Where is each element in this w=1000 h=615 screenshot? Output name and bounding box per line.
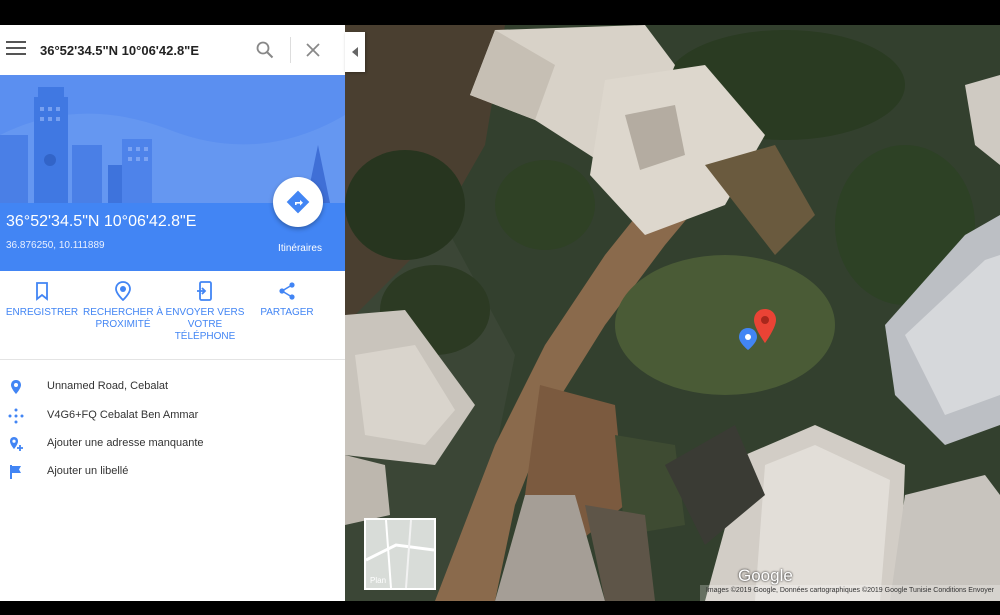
share-button[interactable]: Partager [246, 281, 328, 319]
search-bar [0, 25, 345, 76]
search-nearby-label: Rechercher à proximité [82, 307, 163, 330]
saved-place-marker[interactable] [737, 327, 759, 351]
share-icon [279, 282, 295, 300]
directions-label: Itinéraires [278, 243, 322, 254]
satellite-map[interactable] [345, 25, 1000, 601]
address-row[interactable]: Unnamed Road, Cebalat [0, 375, 345, 399]
bookmark-icon [36, 282, 48, 301]
send-to-phone-label: Envoyer vers votre téléphone [165, 307, 245, 342]
save-label: Enregistrer [5, 307, 79, 318]
action-bar: Enregistrer Rechercher à proximité Envoy… [0, 271, 345, 360]
directions-icon [286, 190, 310, 214]
search-icon[interactable] [256, 41, 274, 59]
directions-button[interactable] [273, 177, 323, 227]
plus-code-text: V4G6+FQ Cebalat Ben Ammar [47, 409, 199, 421]
search-nearby-button[interactable]: Rechercher à proximité [82, 281, 164, 331]
location-pin-icon [11, 380, 21, 394]
nearby-icon [115, 281, 131, 301]
map-layer-toggle[interactable]: Plan [364, 518, 436, 590]
plus-code-icon [8, 408, 24, 424]
send-to-phone-button[interactable]: Envoyer vers votre téléphone [164, 281, 246, 343]
satellite-imagery [345, 25, 1000, 601]
close-icon[interactable] [305, 42, 321, 58]
add-address-text: Ajouter une adresse manquante [47, 437, 204, 449]
add-label-text: Ajouter un libellé [47, 465, 129, 477]
divider [290, 37, 291, 63]
save-button[interactable]: Enregistrer [1, 281, 83, 319]
menu-icon[interactable] [6, 41, 26, 57]
map-attribution[interactable]: Images ©2019 Google, Données cartographi… [699, 585, 1000, 601]
plus-code-row[interactable]: V4G6+FQ Cebalat Ben Ammar [0, 404, 345, 428]
share-label: Partager [260, 307, 314, 318]
place-title: 36°52'34.5"N 10°06'42.8"E [6, 213, 197, 230]
map-layer-label: Plan [370, 576, 387, 585]
place-decimal-coordinates: 36.876250, 10.111889 [6, 240, 105, 251]
add-label-row[interactable]: Ajouter un libellé [0, 460, 345, 484]
add-location-icon [10, 437, 23, 451]
place-header: 36°52'34.5"N 10°06'42.8"E 36.876250, 10.… [0, 177, 345, 271]
add-address-row[interactable]: Ajouter une adresse manquante [0, 432, 345, 456]
address-text: Unnamed Road, Cebalat [47, 380, 169, 392]
search-input[interactable] [38, 37, 247, 63]
chevron-left-icon [352, 47, 358, 57]
collapse-panel-button[interactable] [345, 32, 365, 72]
google-logo: Google [738, 566, 793, 585]
place-details-panel: 36°52'34.5"N 10°06'42.8"E 36.876250, 10.… [0, 25, 345, 601]
flag-icon [10, 465, 21, 479]
send-to-phone-icon [197, 281, 212, 301]
maps-window: 36°52'34.5"N 10°06'42.8"E 36.876250, 10.… [0, 25, 1000, 601]
